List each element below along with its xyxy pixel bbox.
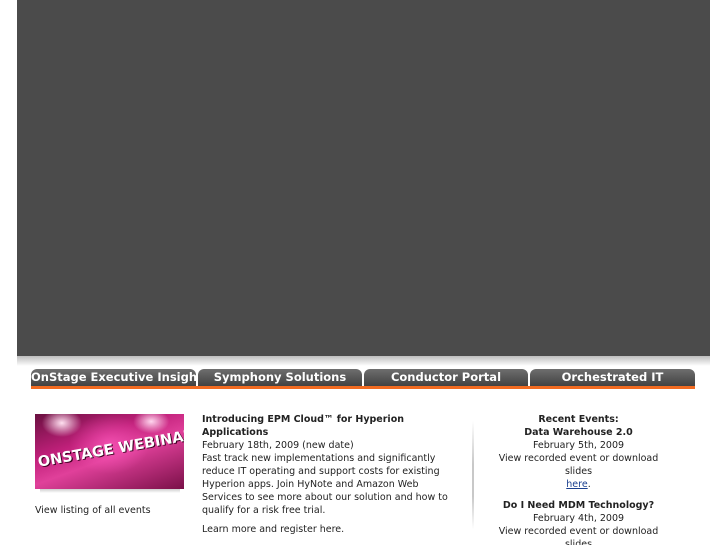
view-all-events-link[interactable]: View listing of all events (35, 505, 151, 516)
event-here-link[interactable]: here (566, 479, 587, 490)
event-date: February 5th, 2009 (532, 440, 625, 451)
featured-event-date: February 18th, 2009 (new date) (202, 440, 354, 451)
event-note: View recorded event or download slides (498, 453, 659, 477)
onstage-webinar-image[interactable]: ONSTAGE WEBINAR (35, 414, 184, 489)
event-link-row: here. (484, 478, 673, 491)
tab-orchestrated-it[interactable]: Orchestrated IT (530, 369, 695, 387)
event-link-suffix: . (587, 479, 591, 490)
learn-more-register-link[interactable]: Learn more and register here. (202, 524, 344, 535)
featured-event-description: Fast track new implementations and signi… (202, 453, 448, 516)
recent-events: Recent Events: Data Warehouse 2.0 Februa… (484, 413, 673, 545)
tab-onstage-executive-insights[interactable]: OnStage Executive Insights (31, 369, 196, 387)
event-title: Do I Need MDM Technology? (502, 500, 655, 511)
event-note: View recorded event or download slides (498, 526, 659, 545)
featured-event-title[interactable]: Introducing EPM Cloud™ for Hyperion Appl… (202, 413, 457, 439)
webinar-banner-text: ONSTAGE WEBINAR (36, 427, 184, 471)
webinar-image-shadow (40, 489, 180, 493)
tab-underline (31, 386, 695, 389)
event-date: February 4th, 2009 (532, 513, 625, 524)
event-title: Data Warehouse 2.0 (524, 427, 633, 438)
hero-shadow (17, 356, 710, 366)
recent-events-heading: Recent Events: (538, 414, 619, 425)
featured-event: Introducing EPM Cloud™ for Hyperion Appl… (202, 413, 457, 517)
tab-symphony-solutions[interactable]: Symphony Solutions (198, 369, 362, 387)
column-divider (472, 421, 474, 529)
hero-banner (17, 0, 710, 356)
tab-conductor-portal[interactable]: Conductor Portal (364, 369, 528, 387)
